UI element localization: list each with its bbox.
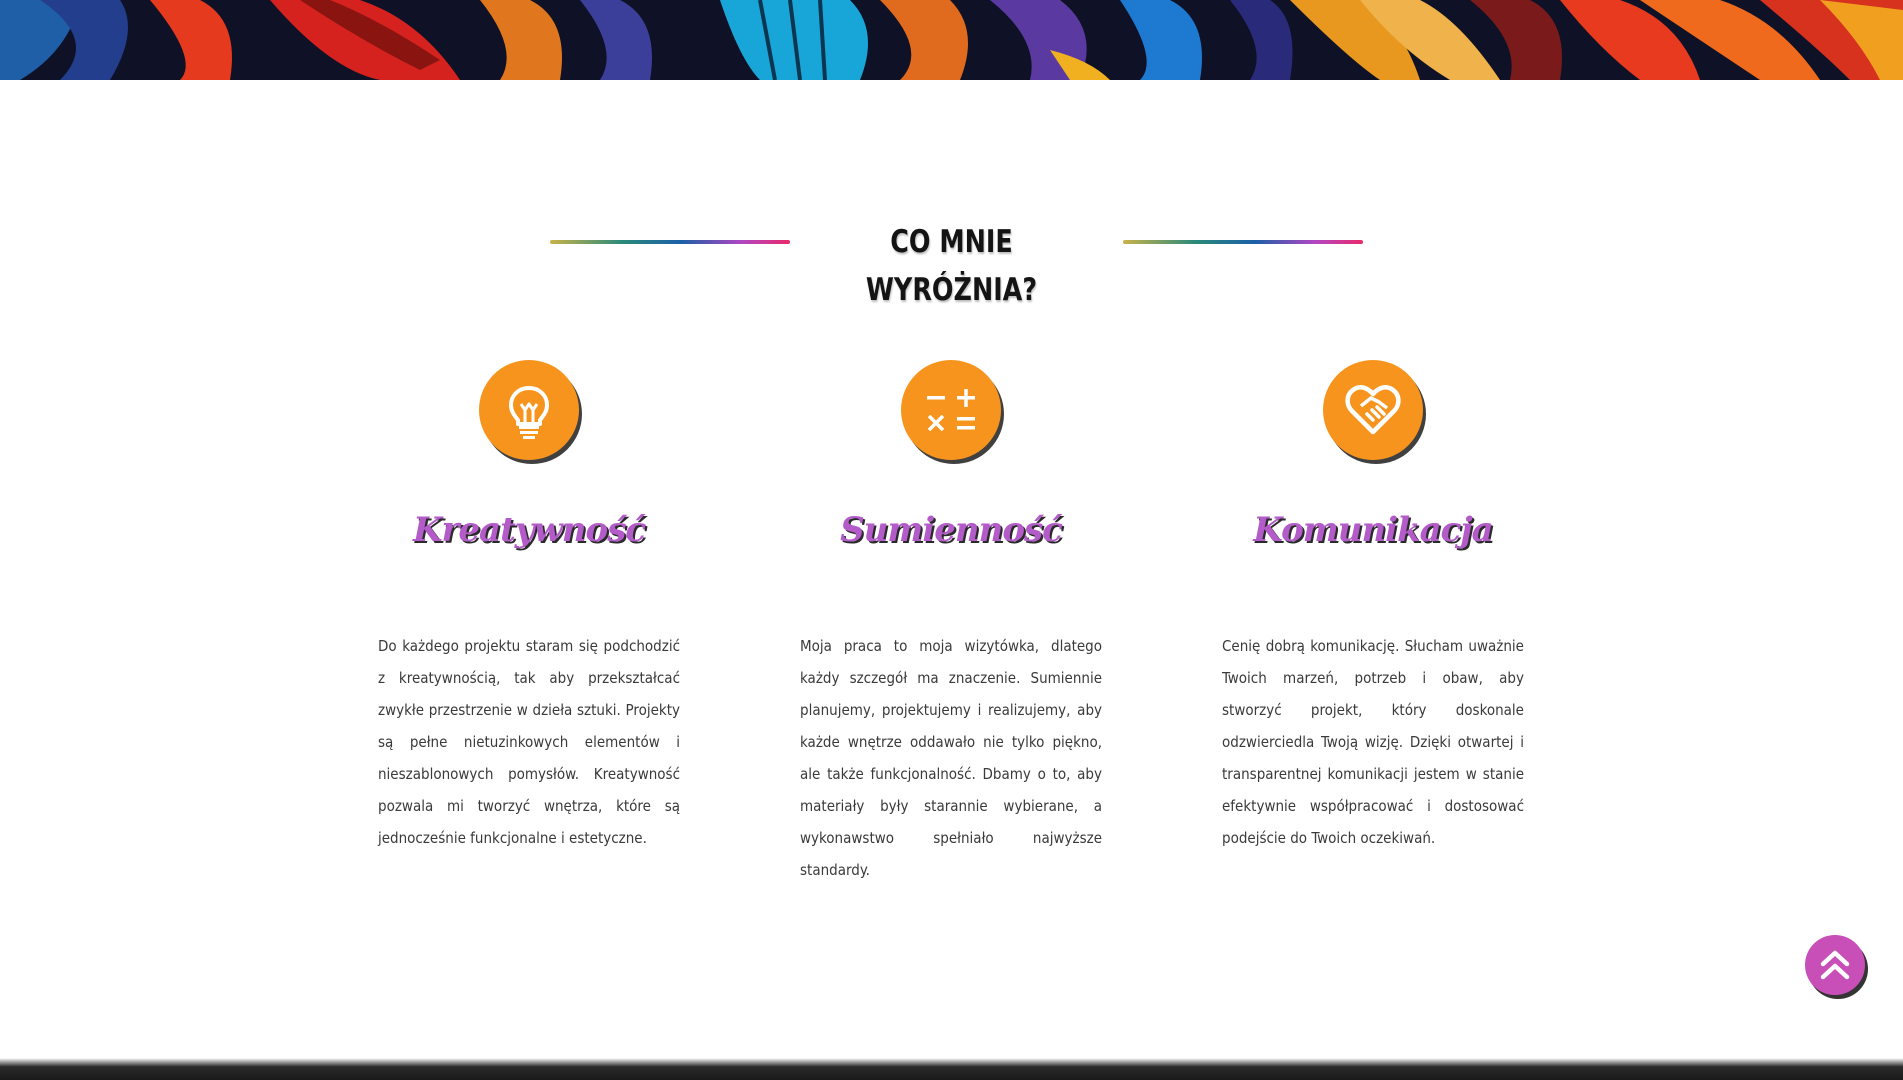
feature-title: Kreatywność (412, 510, 646, 550)
page: CO MNIE WYRÓŻNIA? Kreatywność Do każdego… (0, 0, 1903, 1080)
heading-decorative-line-left (550, 240, 790, 244)
section-heading-row: CO MNIE WYRÓŻNIA? (0, 218, 1903, 308)
footer-edge (0, 1058, 1903, 1080)
feature-description: Cenię dobrą komunikację. Słucham uważnie… (1222, 637, 1524, 847)
feature-description: Do każdego projektu staram się podchodzi… (378, 637, 680, 847)
heading-decorative-line-right (1123, 240, 1363, 244)
section-title: CO MNIE WYRÓŻNIA? (865, 224, 1038, 308)
heart-handshake-icon (1323, 360, 1423, 460)
feature-title: Sumienność (840, 510, 1063, 550)
feature-description: Moja praca to moja wizytówka, dlatego ka… (800, 637, 1102, 879)
decorative-leaf-banner (0, 0, 1903, 80)
feature-title: Komunikacja (1253, 510, 1493, 550)
calculator-symbols-icon (901, 360, 1001, 460)
double-chevron-up-icon (1820, 950, 1850, 980)
lightbulb-icon (479, 360, 579, 460)
scroll-to-top-button[interactable] (1805, 935, 1865, 995)
